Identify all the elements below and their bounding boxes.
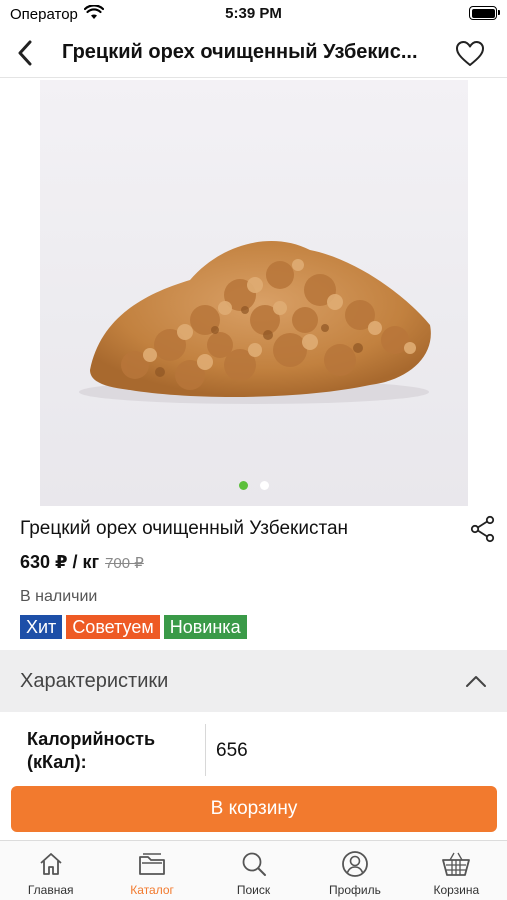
home-icon: [36, 849, 66, 879]
badge-new: Новинка: [163, 615, 247, 639]
cart-icon: [441, 849, 471, 879]
availability-status: В наличии: [20, 588, 98, 605]
battery-icon: [469, 6, 500, 20]
tab-profile[interactable]: Профиль: [304, 841, 405, 900]
status-time: 5:39 PM: [225, 5, 282, 22]
cart-button-container: В корзину: [0, 778, 507, 840]
tab-label: Профиль: [329, 883, 381, 897]
spec-row: Калорийность (кКал): 656: [0, 712, 507, 782]
old-price: 700 ₽: [105, 555, 144, 572]
pager-dot-active[interactable]: [239, 481, 248, 490]
page-title: Грецкий орех очищенный Узбекис...: [62, 41, 418, 63]
specs-accordion-header[interactable]: Характеристики: [0, 650, 507, 712]
tab-catalog[interactable]: Каталог: [101, 841, 202, 900]
tab-label: Корзина: [433, 883, 480, 897]
spec-divider: [205, 724, 206, 776]
specs-title: Характеристики: [20, 670, 169, 692]
tab-bar: Главная Каталог Поиск Профиль Корзина: [0, 840, 507, 900]
search-icon: [239, 849, 269, 879]
spec-key: Калорийность (кКал):: [27, 729, 156, 772]
nav-bar: Грецкий орех очищенный Узбекис...: [0, 28, 507, 78]
add-to-cart-button[interactable]: В корзину: [11, 786, 497, 832]
pager-dot[interactable]: [260, 481, 269, 490]
chevron-up-icon: [461, 666, 491, 696]
tab-label: Поиск: [236, 883, 271, 897]
badge-hit: Хит: [20, 615, 63, 639]
badge-list: Хит Советуем Новинка: [20, 615, 247, 639]
spec-value: 656: [216, 740, 248, 761]
status-bar: Оператор 5:39 PM: [0, 0, 507, 28]
price-row: 630 ₽ / кг 700 ₽: [20, 552, 144, 573]
favorite-button[interactable]: [453, 37, 487, 69]
product-name: Грецкий орех очищенный Узбекистан: [20, 518, 349, 539]
chevron-left-icon: [18, 40, 32, 66]
share-icon: [470, 515, 495, 543]
share-button[interactable]: [466, 512, 500, 546]
badge-recommended: Советуем: [66, 615, 160, 639]
profile-icon: [340, 849, 370, 879]
price: 630 ₽ / кг: [20, 552, 100, 572]
tab-label: Каталог: [130, 883, 174, 897]
tab-home[interactable]: Главная: [0, 841, 101, 900]
product-image: [79, 241, 431, 404]
heart-icon: [456, 40, 484, 66]
tab-label: Главная: [27, 883, 74, 897]
back-button[interactable]: [8, 36, 42, 70]
gallery-pager: [40, 481, 468, 490]
tab-search[interactable]: Поиск: [203, 841, 304, 900]
tab-cart[interactable]: Корзина: [406, 841, 507, 900]
product-image-gallery[interactable]: [40, 80, 468, 506]
catalog-icon: [137, 849, 167, 879]
